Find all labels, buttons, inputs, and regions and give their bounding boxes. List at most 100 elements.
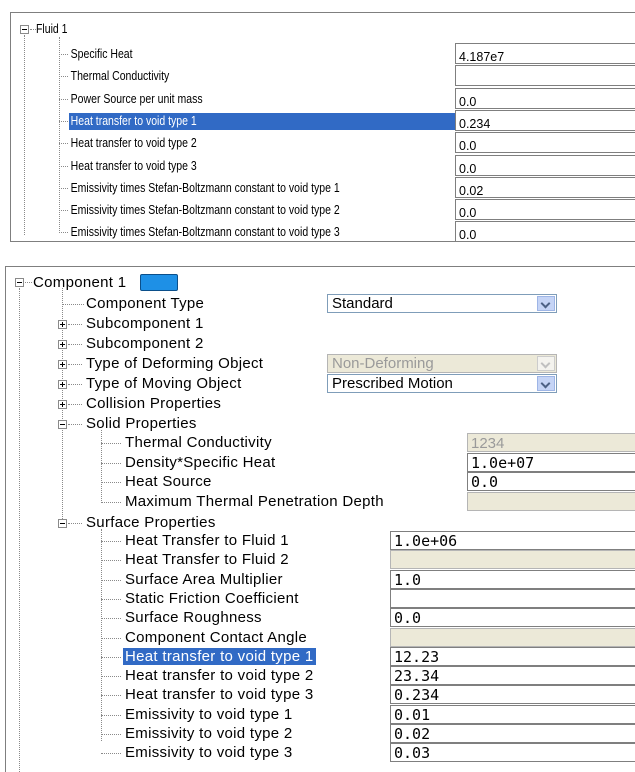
fluid-properties-panel: Fluid 1 Specific Heat 4.187e7 Thermal Cond…	[10, 12, 635, 242]
tree-connector	[101, 482, 121, 483]
tree-connector	[68, 324, 82, 325]
property-value-field[interactable]: 0.02	[455, 177, 635, 198]
property-value-field[interactable]: 0.0	[455, 132, 635, 153]
property-value: 0.01	[394, 706, 431, 724]
tree-connector	[101, 463, 121, 464]
moving-object-dropdown[interactable]: Prescribed Motion	[327, 374, 557, 393]
property-value: 0.0	[459, 138, 477, 153]
property-value-field[interactable]: 1.0e+06	[390, 531, 635, 550]
tree-connector	[59, 188, 68, 189]
tree-connector	[59, 143, 68, 144]
tree-connector	[68, 404, 82, 405]
property-value-field[interactable]: 4.187e7	[455, 43, 635, 64]
property-value-field	[390, 550, 635, 569]
chevron-down-icon[interactable]	[537, 296, 555, 311]
collision-properties-node[interactable]: Collision Properties	[86, 396, 221, 411]
property-label[interactable]: Heat transfer to void type 2	[69, 135, 198, 152]
property-label[interactable]: Emissivity times Stefan-Boltzmann consta…	[69, 202, 341, 219]
expand-icon[interactable]	[58, 340, 67, 349]
property-value: 1.0e+06	[394, 532, 458, 550]
expand-icon[interactable]	[58, 380, 67, 389]
property-label[interactable]: Heat Transfer to Fluid 1	[123, 532, 291, 549]
tree-connector	[101, 734, 121, 735]
property-label[interactable]: Heat transfer to void type 1	[123, 648, 316, 665]
property-value-field[interactable]: 0.01	[390, 705, 635, 724]
deforming-object-label[interactable]: Type of Deforming Object	[86, 356, 263, 371]
tree-connector	[59, 99, 68, 100]
property-value-field[interactable]: 0.0	[390, 608, 635, 627]
property-value: 0.0	[394, 609, 422, 627]
property-label[interactable]: Heat Source	[125, 474, 212, 489]
component-type-dropdown[interactable]: Standard	[327, 294, 557, 313]
collapse-icon[interactable]	[58, 519, 67, 528]
property-label[interactable]: Surface Roughness	[123, 609, 264, 626]
collapse-icon[interactable]	[15, 278, 24, 287]
tree-connector	[25, 282, 32, 283]
property-value-field[interactable]: 0.02	[390, 724, 635, 743]
collapse-icon[interactable]	[58, 420, 67, 429]
property-label[interactable]: Heat Transfer to Fluid 2	[123, 551, 291, 568]
property-label[interactable]: Heat transfer to void type 2	[123, 667, 316, 684]
subcomponent-2-node[interactable]: Subcomponent 2	[86, 336, 204, 351]
property-label[interactable]: Emissivity to void type 2	[123, 725, 295, 742]
property-label[interactable]: Emissivity times Stefan-Boltzmann consta…	[69, 180, 341, 197]
tree-connector	[101, 676, 121, 677]
tree-connector	[68, 424, 82, 425]
expand-icon[interactable]	[58, 320, 67, 329]
property-label[interactable]: Power Source per unit mass	[69, 91, 204, 108]
chevron-down-icon	[537, 356, 555, 371]
tree-connector	[59, 210, 68, 211]
property-label[interactable]: Static Friction Coefficient	[123, 590, 301, 607]
property-value-field[interactable]: 0.0	[455, 155, 635, 176]
property-value: 0.234	[394, 686, 440, 704]
property-value-field[interactable]: 1.0	[390, 570, 635, 589]
property-label[interactable]: Emissivity to void type 1	[123, 706, 295, 723]
property-value-field[interactable]: 0.234	[390, 685, 635, 704]
moving-object-label[interactable]: Type of Moving Object	[86, 376, 242, 391]
property-value-field[interactable]: 0.0	[467, 472, 635, 491]
surface-properties-node[interactable]: Surface Properties	[86, 515, 216, 530]
solid-properties-node[interactable]: Solid Properties	[86, 416, 197, 431]
tree-line	[19, 288, 20, 772]
property-value-field[interactable]: 23.34	[390, 666, 635, 685]
tree-connector	[59, 232, 68, 233]
collapse-icon[interactable]	[20, 25, 29, 34]
property-label[interactable]: Emissivity to void type 3	[123, 744, 295, 761]
moving-object-value: Prescribed Motion	[332, 375, 453, 392]
component-color-swatch[interactable]	[140, 274, 178, 291]
expand-icon[interactable]	[58, 360, 67, 369]
property-label[interactable]: Component Contact Angle	[123, 629, 309, 646]
property-label[interactable]: Heat transfer to void type 1	[69, 113, 459, 130]
property-value-field: 1234	[467, 433, 635, 452]
tree-connector	[68, 364, 82, 365]
property-label[interactable]: Specific Heat	[69, 46, 134, 63]
property-label[interactable]: Maximum Thermal Penetration Depth	[125, 494, 384, 509]
component-type-label: Component Type	[86, 295, 205, 312]
property-value-field[interactable]: 0.0	[455, 199, 635, 220]
property-label[interactable]: Thermal Conductivity	[69, 68, 171, 85]
property-value: 0.0	[459, 205, 477, 220]
property-label[interactable]: Density*Specific Heat	[125, 455, 276, 470]
fluid-title[interactable]: Fluid 1	[36, 23, 68, 36]
property-value: 4.187e7	[459, 49, 505, 64]
property-value-field[interactable]: 12.23	[390, 647, 635, 666]
property-value-field[interactable]: 0.0	[455, 88, 635, 109]
expand-icon[interactable]	[58, 400, 67, 409]
property-value: 1.0e+07	[471, 454, 535, 472]
tree-connector	[68, 523, 82, 524]
property-value-field[interactable]: 0.0	[455, 221, 635, 242]
chevron-down-icon[interactable]	[537, 376, 555, 391]
component-title[interactable]: Component 1	[33, 275, 126, 290]
property-value-field[interactable]	[390, 589, 635, 608]
property-label[interactable]: Emissivity times Stefan-Boltzmann consta…	[69, 224, 341, 241]
property-value-field[interactable]: 1.0e+07	[467, 453, 635, 472]
property-label[interactable]: Surface Area Multiplier	[123, 571, 285, 588]
property-value-field[interactable]	[455, 65, 635, 86]
property-value: 12.23	[394, 648, 440, 666]
subcomponent-1-node[interactable]: Subcomponent 1	[86, 316, 204, 331]
property-value-field[interactable]: 0.03	[390, 743, 635, 762]
property-label[interactable]: Heat transfer to void type 3	[69, 158, 198, 175]
property-value-field[interactable]: 0.234	[455, 110, 635, 131]
property-label[interactable]: Heat transfer to void type 3	[123, 686, 316, 703]
property-label[interactable]: Thermal Conductivity	[125, 435, 272, 450]
